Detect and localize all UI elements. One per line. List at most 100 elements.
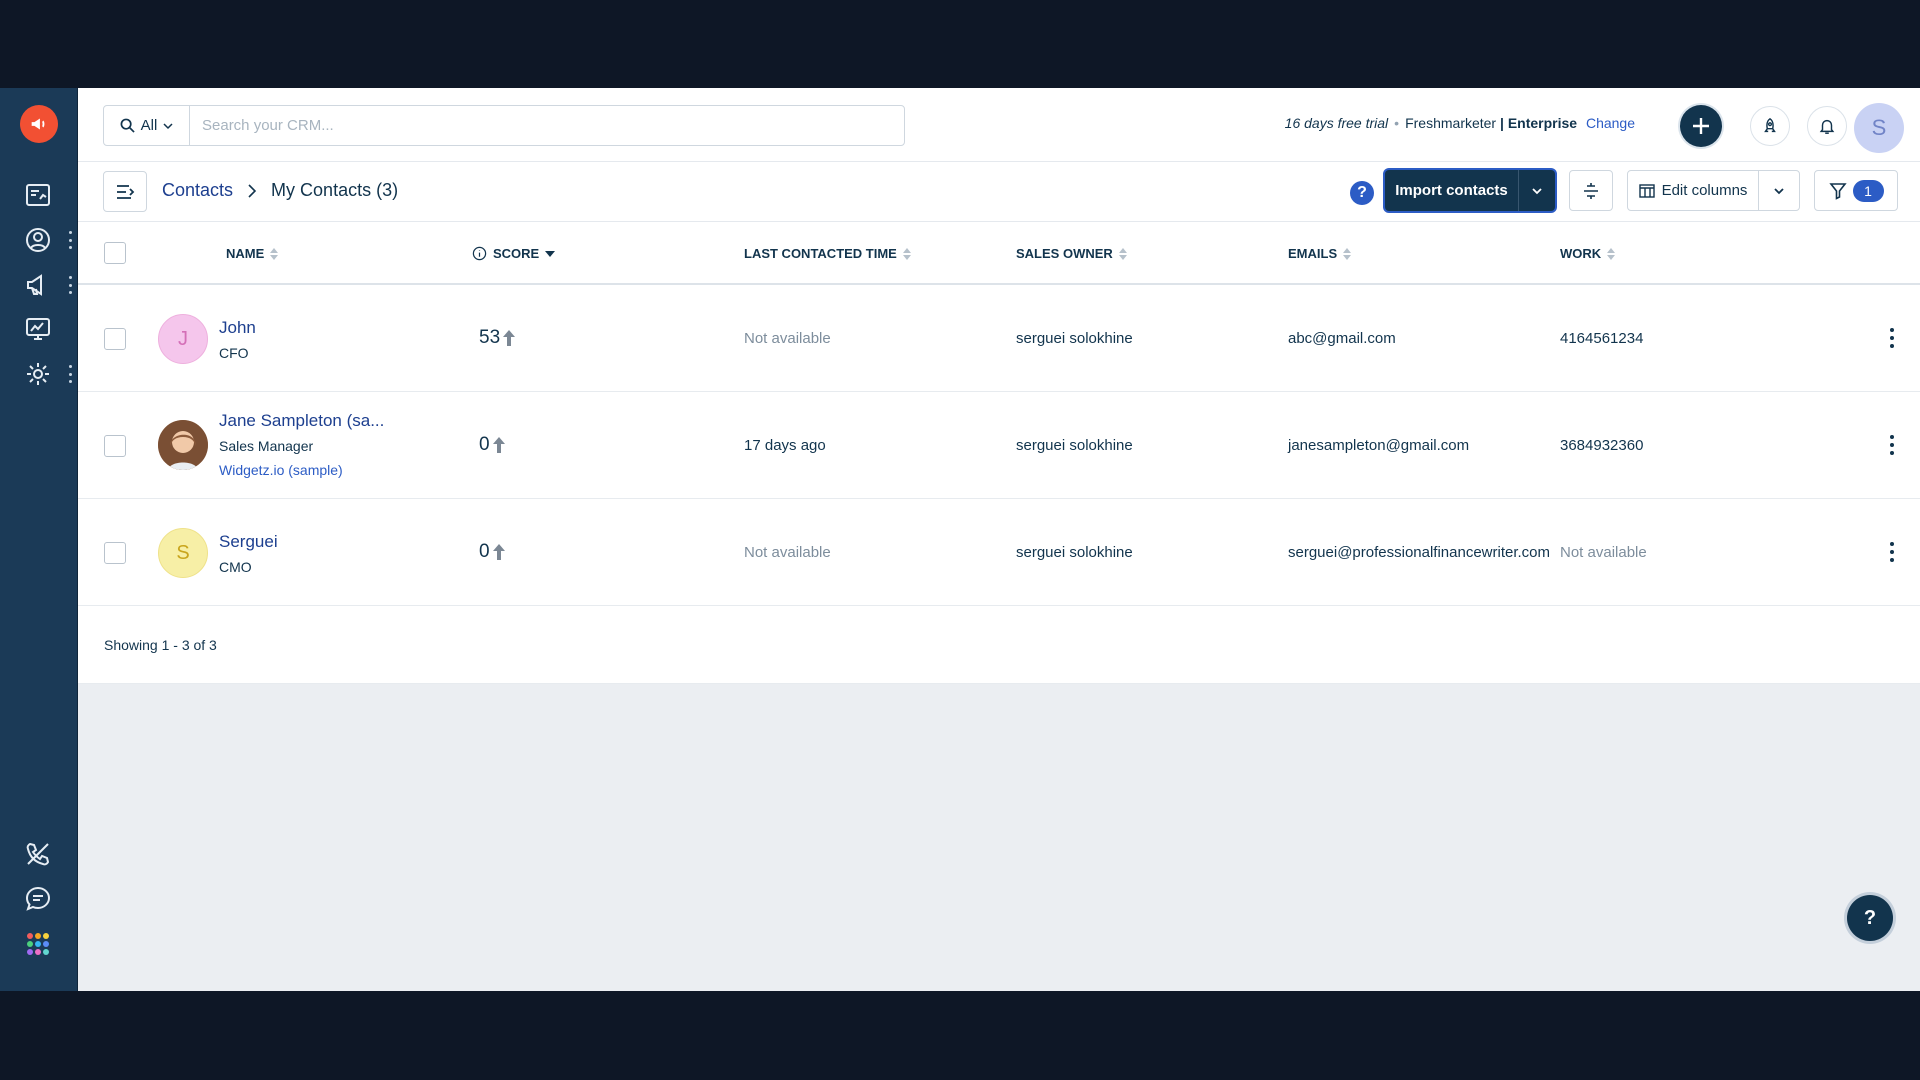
- plus-icon: [1693, 118, 1709, 134]
- campaign-icon[interactable]: [19, 266, 57, 304]
- work-phone[interactable]: 3684932360: [1560, 437, 1643, 454]
- trial-info: 16 days free trial • Freshmarketer | Enter…: [1285, 115, 1635, 131]
- sort-icon: [902, 247, 911, 260]
- select-all-checkbox[interactable]: [104, 242, 126, 264]
- sort-desc-icon: [545, 250, 556, 257]
- bell-icon: [1819, 119, 1835, 134]
- breadcrumb-current: My Contacts (3): [271, 180, 399, 200]
- row-more-icon[interactable]: [1889, 435, 1895, 455]
- views-toggle-button[interactable]: [103, 171, 147, 212]
- column-header-score-label: SCORE: [493, 246, 540, 261]
- contact-name-link[interactable]: Serguei: [219, 532, 278, 552]
- row-checkbox[interactable]: [104, 435, 126, 457]
- sales-owner: serguei solokhine: [1016, 437, 1133, 454]
- chevron-down-icon: [1774, 187, 1784, 194]
- rocket-button[interactable]: [1750, 106, 1790, 146]
- work-phone[interactable]: 4164561234: [1560, 330, 1643, 347]
- company-link[interactable]: Widgetz.io (sample): [219, 462, 343, 478]
- filter-button[interactable]: 1: [1814, 170, 1898, 211]
- megaphone-logo-icon[interactable]: [20, 105, 58, 143]
- phone-icon[interactable]: [19, 835, 57, 873]
- arrow-up-icon: [492, 544, 505, 560]
- email[interactable]: serguei@professionalfinancewriter.com: [1288, 544, 1550, 561]
- column-header-name-label: NAME: [226, 246, 265, 261]
- table-row[interactable]: Jane Sampleton (sa... Sales Manager Widg…: [78, 392, 1920, 499]
- contact-more-icon[interactable]: [67, 231, 73, 249]
- contact-title: CMO: [219, 559, 252, 575]
- work-phone[interactable]: Not available: [1560, 544, 1647, 561]
- chevron-down-icon: [1532, 187, 1542, 194]
- last-contacted: Not available: [744, 544, 831, 561]
- column-header-work[interactable]: WORK: [1560, 246, 1616, 261]
- contact-name-link[interactable]: Jane Sampleton (sa...: [219, 411, 384, 431]
- last-contacted: 17 days ago: [744, 437, 826, 454]
- showing-count: Showing 1 - 3 of 3: [104, 637, 217, 653]
- column-header-sales-owner[interactable]: SALES OWNER: [1016, 246, 1127, 261]
- lead-score-value: 0: [479, 541, 490, 562]
- columns-icon: [1638, 183, 1655, 198]
- dashboard-icon[interactable]: [19, 176, 57, 214]
- list-menu-icon: [117, 184, 135, 199]
- info-icon: [472, 246, 487, 261]
- email[interactable]: abc@gmail.com: [1288, 330, 1396, 347]
- contact-title: CFO: [219, 345, 249, 361]
- lead-score: 0: [479, 434, 507, 456]
- table-header: NAME SCORE LAST CONTACTED TIME SALES OWN…: [78, 222, 1920, 285]
- user-avatar[interactable]: S: [1854, 103, 1904, 153]
- chevron-right-icon: [248, 183, 257, 198]
- breadcrumb: Contacts My Contacts (3): [162, 180, 398, 201]
- table-row[interactable]: J John CFO 53 Not available serguei solo…: [78, 285, 1920, 392]
- change-plan-link[interactable]: Change: [1586, 115, 1635, 131]
- search-input[interactable]: [190, 106, 904, 145]
- top-bar: All 16 days free trial • Freshmarketer | E…: [78, 88, 1920, 162]
- lead-score: 53: [479, 327, 517, 349]
- quick-add-button[interactable]: [1680, 105, 1722, 147]
- arrow-up-icon: [503, 330, 516, 346]
- import-contacts-button[interactable]: Import contacts: [1385, 170, 1555, 211]
- column-header-name[interactable]: NAME: [226, 246, 279, 261]
- help-question-icon[interactable]: ?: [1350, 181, 1374, 205]
- sort-options-button[interactable]: [1569, 170, 1613, 211]
- edit-columns-dropdown[interactable]: [1759, 171, 1799, 210]
- edit-columns-label: Edit columns: [1661, 182, 1748, 199]
- sales-owner: serguei solokhine: [1016, 544, 1133, 561]
- contact-name-link[interactable]: John: [219, 318, 256, 338]
- search-icon: [120, 118, 135, 133]
- email[interactable]: janesampleton@gmail.com: [1288, 437, 1469, 454]
- settings-icon[interactable]: [19, 355, 57, 393]
- row-more-icon[interactable]: [1889, 542, 1895, 562]
- column-header-score[interactable]: SCORE: [472, 246, 556, 261]
- filter-count-badge: 1: [1852, 179, 1884, 202]
- help-widget-button[interactable]: ?: [1847, 895, 1893, 941]
- column-header-last-contacted[interactable]: LAST CONTACTED TIME: [744, 246, 911, 261]
- settings-more-icon[interactable]: [67, 365, 73, 383]
- trial-days: 16 days free trial: [1284, 115, 1389, 131]
- apps-grid-icon[interactable]: [19, 925, 57, 963]
- edit-columns-button[interactable]: Edit columns: [1627, 170, 1800, 211]
- chat-icon[interactable]: [19, 880, 57, 918]
- column-header-emails[interactable]: EMAILS: [1288, 246, 1352, 261]
- row-checkbox[interactable]: [104, 328, 126, 350]
- dot-separator: •: [1394, 115, 1400, 131]
- table-row[interactable]: S Serguei CMO 0 Not available serguei so…: [78, 499, 1920, 606]
- pagination-info: Showing 1 - 3 of 3: [78, 606, 1920, 684]
- sort-icon: [1118, 247, 1127, 260]
- main-panel: All 16 days free trial • Freshmarketer | E…: [78, 88, 1920, 991]
- last-contacted: Not available: [744, 330, 831, 347]
- app-window: All 16 days free trial • Freshmarketer | E…: [0, 88, 1920, 991]
- breadcrumb-contacts[interactable]: Contacts: [162, 180, 233, 201]
- arrow-up-icon: [492, 437, 505, 453]
- row-more-icon[interactable]: [1889, 328, 1895, 348]
- campaign-more-icon[interactable]: [67, 276, 73, 294]
- import-dropdown-toggle[interactable]: [1519, 185, 1555, 197]
- plan-separator: |: [1500, 115, 1504, 131]
- contact-icon[interactable]: [19, 221, 57, 259]
- row-checkbox[interactable]: [104, 542, 126, 564]
- notifications-button[interactable]: [1807, 106, 1847, 146]
- lead-score-value: 0: [479, 434, 490, 455]
- filter-icon: [1828, 182, 1847, 200]
- sort-icon: [270, 247, 279, 260]
- monitor-chart-icon[interactable]: [19, 310, 57, 348]
- search-scope-select[interactable]: All: [104, 106, 190, 145]
- avatar: J: [158, 314, 208, 364]
